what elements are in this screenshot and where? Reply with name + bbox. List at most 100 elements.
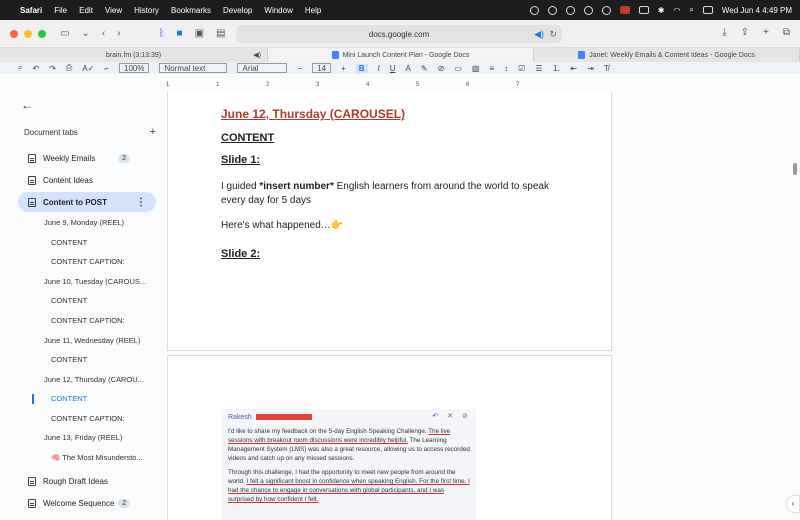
back-arrow-icon[interactable]: ← [21, 98, 33, 112]
moon-icon[interactable] [565, 5, 575, 15]
outdent-icon[interactable]: ⇥ [587, 64, 594, 73]
download-icon[interactable]: ⤓ [722, 27, 726, 38]
decrease-font-icon[interactable]: − [297, 64, 302, 73]
menu-develop[interactable]: Develop [223, 6, 252, 15]
checklist-icon[interactable]: ☑ [518, 64, 525, 73]
outline-item[interactable]: CONTENT CAPTION: [51, 257, 125, 266]
tab-brainfm[interactable]: brain.fm (3:13:39) ◀) [0, 48, 268, 62]
menu-file[interactable]: File [54, 6, 67, 15]
share-icon[interactable]: ⇪ [741, 27, 749, 38]
search-icon[interactable]: ⌕ [689, 5, 693, 15]
zoom-select[interactable]: 100% [119, 63, 150, 73]
address-bar[interactable]: docs.google.com ◀) ↻ [236, 25, 562, 43]
pause-icon[interactable] [547, 5, 557, 15]
outline-item[interactable]: June 10, Tuesday (CAROUS... [44, 277, 146, 286]
bluetooth-icon[interactable]: ✱ [658, 6, 665, 15]
section-heading[interactable]: June 12, Thursday (CAROUSEL) [221, 107, 405, 121]
expand-panel-icon[interactable]: ‹ [786, 495, 800, 513]
menu-view[interactable]: View [105, 6, 122, 15]
chevron-down-icon[interactable]: ⌄ [81, 28, 89, 39]
outline-item[interactable]: June 9, Monday (REEL) [44, 218, 124, 227]
menu-history[interactable]: History [134, 6, 159, 15]
font-size-input[interactable]: 14 [312, 63, 332, 73]
clock-text[interactable]: Wed Jun 4 4:49 PM [722, 6, 792, 15]
sidebar-item-content-to-post[interactable]: Content to POST ⋮ [18, 192, 156, 212]
tab-janet[interactable]: Janet: Weekly Emails & Content Ideas - G… [534, 48, 800, 62]
outline-item[interactable]: June 12, Thursday (CAROU... [44, 375, 144, 384]
notion-icon[interactable]: ▣ [195, 28, 204, 39]
font-select[interactable]: Arial [237, 63, 288, 73]
audio-playing-icon[interactable]: ◀) [534, 29, 544, 40]
close-window-button[interactable] [10, 29, 18, 38]
menu-edit[interactable]: Edit [79, 6, 93, 15]
image-icon[interactable]: ▨ [472, 64, 480, 73]
sidebar-item-welcome-sequence[interactable]: Welcome Sequence 2 [18, 493, 156, 513]
slide-2-label[interactable]: Slide 2: [221, 248, 260, 260]
paint-format-icon[interactable]: ⌐ [104, 64, 109, 73]
body-paragraph[interactable]: I guided *insert number* English learner… [221, 180, 571, 208]
undo-icon[interactable]: ↶ [32, 64, 39, 73]
outline-item[interactable]: CONTENT CAPTION: [51, 316, 125, 325]
menu-window[interactable]: Window [264, 6, 292, 15]
outline-item[interactable]: CONTENT CAPTION: [51, 414, 125, 423]
reader-icon[interactable]: ▤ [216, 28, 225, 39]
document-page[interactable]: Rakesh ↶ ✕ ⊘ I'd like to share my feedba… [167, 355, 612, 520]
underline-icon[interactable]: U [390, 64, 396, 73]
scrollbar-thumb[interactable] [793, 163, 797, 175]
clock-icon[interactable] [601, 5, 611, 15]
spellcheck-icon[interactable]: A✓ [82, 64, 94, 73]
speaker-icon[interactable]: ◀) [253, 51, 261, 59]
document-page[interactable]: June 12, Thursday (CAROUSEL) CONTENT Sli… [167, 92, 612, 351]
comment-icon[interactable]: ▭ [454, 64, 462, 73]
clear-format-icon[interactable]: T̸ [604, 64, 609, 73]
bullet-list-icon[interactable]: ☰ [535, 64, 542, 73]
slide-1-label[interactable]: Slide 1: [221, 154, 260, 166]
wifi-icon[interactable]: ◠ [673, 6, 680, 15]
outline-item[interactable]: CONTENT [51, 238, 87, 247]
increase-font-icon[interactable]: + [341, 64, 346, 73]
outline-item[interactable]: CONTENT [51, 355, 87, 364]
back-icon[interactable]: ‹ [102, 28, 105, 39]
control-center-icon[interactable] [702, 6, 713, 14]
play-icon[interactable] [583, 5, 593, 15]
text-color-icon[interactable]: A [406, 64, 411, 73]
sidebar-item-content-ideas[interactable]: Content Ideas [18, 170, 156, 190]
align-icon[interactable]: ≡ [489, 64, 494, 73]
tab-mini-launch[interactable]: Mini Launch Content Plan - Google Docs [268, 48, 534, 62]
link-icon[interactable]: ⊘ [438, 64, 445, 73]
feedback-image[interactable]: Rakesh ↶ ✕ ⊘ I'd like to share my feedba… [222, 409, 476, 520]
sidebar-item-rough-draft-ideas[interactable]: Rough Draft Ideas [18, 471, 156, 491]
outline-item[interactable]: June 11, Wednesday (REEL) [44, 336, 140, 345]
sidebar-item-weekly-emails[interactable]: Weekly Emails 2 [18, 148, 156, 168]
body-paragraph-2[interactable]: Here's what happened…👉 [221, 220, 343, 231]
italic-icon[interactable]: I [378, 64, 380, 73]
minimize-window-button[interactable] [24, 29, 32, 38]
menu-help[interactable]: Help [305, 6, 321, 15]
bold-icon[interactable]: B [355, 63, 368, 73]
reload-icon[interactable]: ↻ [549, 29, 557, 40]
indent-icon[interactable]: ⇤ [570, 64, 577, 73]
extension-blue-icon[interactable]: ■ [177, 28, 183, 39]
outline-item[interactable]: 🧠 The Most Misundersto... [51, 453, 143, 462]
search-menus-icon[interactable]: ⌕ [18, 63, 22, 73]
tab-overview-icon[interactable]: ⧉ [783, 27, 790, 38]
record-icon[interactable] [619, 6, 630, 14]
zoom-window-button[interactable] [38, 29, 46, 38]
sidebar-toggle-icon[interactable]: ▭ [60, 28, 69, 39]
highlight-icon[interactable]: ✎ [421, 64, 428, 73]
print-icon[interactable]: ⎙ [66, 63, 72, 73]
new-tab-icon[interactable]: + [763, 27, 769, 38]
outline-item-current[interactable]: CONTENT [51, 394, 87, 403]
forward-icon[interactable]: › [117, 28, 120, 39]
redo-icon[interactable]: ↷ [49, 64, 56, 73]
outline-item[interactable]: June 13, Friday (REEL) [44, 433, 122, 442]
more-options-icon[interactable]: ⋮ [136, 197, 146, 208]
add-tab-icon[interactable]: + [150, 126, 156, 138]
numbered-list-icon[interactable]: ⒈ [552, 63, 560, 74]
outline-item[interactable]: CONTENT [51, 296, 87, 305]
menu-app[interactable]: Safari [20, 6, 42, 15]
extension-icon[interactable]: ᚱ [159, 28, 165, 39]
menu-bookmarks[interactable]: Bookmarks [171, 6, 211, 15]
line-spacing-icon[interactable]: ↕ [504, 64, 508, 73]
cloud-icon[interactable] [529, 5, 539, 15]
